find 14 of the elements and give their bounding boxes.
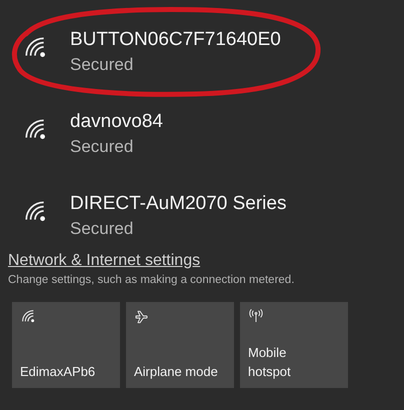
network-name[interactable]: davnovo84 (70, 111, 163, 133)
quick-action-tile[interactable]: EdimaxAPb6 (12, 302, 120, 388)
network-name[interactable]: DIRECT-AuM2070 Series (70, 193, 286, 215)
network-status: Secured (70, 219, 134, 239)
settings-caption: Change settings, such as making a connection metered. (8, 274, 296, 286)
network-name[interactable]: BUTTON06C7F71640E0 (70, 29, 281, 51)
hotspot-icon (248, 308, 264, 324)
settings-link[interactable]: Network & Internet settings (8, 252, 200, 270)
quick-action-tile[interactable]: Airplane mode (126, 302, 234, 388)
quick-action-tile[interactable]: Mobile hotspot (240, 302, 348, 388)
network-status: Secured (70, 55, 134, 75)
network-status: Secured (70, 137, 134, 157)
airplane-icon (134, 308, 150, 324)
wifi-icon (20, 308, 36, 324)
